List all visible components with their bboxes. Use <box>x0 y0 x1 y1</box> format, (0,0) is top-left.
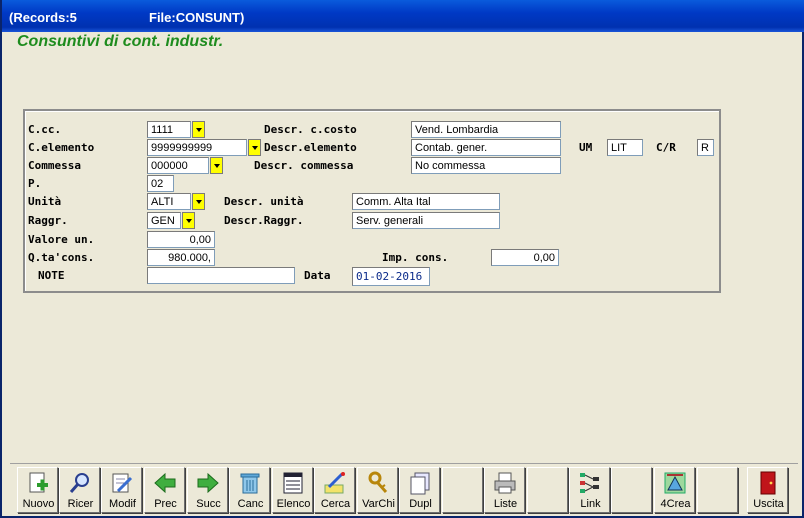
ccc-field[interactable]: 1111 <box>147 121 191 138</box>
toolbar-button-label: Canc <box>237 498 264 510</box>
keys-icon <box>366 471 390 495</box>
imp-label: Imp. cons. <box>382 251 449 264</box>
valore-label: Valore un. <box>28 233 95 246</box>
unita-field[interactable]: ALTI <box>147 193 191 210</box>
toolbar-button-ricer[interactable]: Ricer <box>59 467 100 513</box>
toolbar-button-empty[interactable] <box>442 467 483 513</box>
p-label: P. <box>28 177 42 190</box>
toolbar-button-empty[interactable] <box>611 467 652 513</box>
toolbar-button-label: 4Crea <box>660 498 691 510</box>
search-icon <box>68 471 92 495</box>
new-doc-icon <box>26 471 50 495</box>
qta-label: Q.ta'cons. <box>28 251 95 264</box>
arrow-right-icon <box>196 471 220 495</box>
bottom-toolbar: Nuovo Ricer Modif Prec Succ Canc Elenco Cerca Va… <box>10 463 798 513</box>
descr-commessa-label: Descr. commessa <box>254 159 354 172</box>
toolbar-button-label: VarChi <box>362 498 395 510</box>
note-label: NOTE <box>38 269 65 282</box>
descr-unita-label: Descr. unità <box>224 195 304 208</box>
ccc-label: C.cc. <box>28 123 62 136</box>
toolbar-button-empty[interactable] <box>527 467 568 513</box>
records-count: (Records:5 <box>9 10 77 25</box>
commessa-label: Commessa <box>28 159 81 172</box>
raggr-label: Raggr. <box>28 214 68 227</box>
toolbar-button-uscita[interactable]: Uscita <box>747 467 788 513</box>
toolbar-button-label: Prec <box>154 498 177 510</box>
data-label: Data <box>304 269 331 282</box>
toolbar-button-label: Elenco <box>276 498 311 510</box>
unita-label: Unità <box>28 195 62 208</box>
um-field[interactable]: LIT <box>607 139 643 156</box>
commessa-field[interactable]: 000000 <box>147 157 209 174</box>
descr-raggr-label: Descr.Raggr. <box>224 214 304 227</box>
toolbar-button-nuovo[interactable]: Nuovo <box>17 467 58 513</box>
toolbar-button-4crea[interactable]: 4Crea <box>654 467 695 513</box>
toolbar-button-label: Succ <box>196 498 221 510</box>
toolbar-button-label: Cerca <box>320 498 351 510</box>
toolbar-button-link[interactable]: Link <box>569 467 610 513</box>
app-window: (Records:5 File:CONSUNT) Consuntivi di c… <box>0 0 804 518</box>
file-name: File:CONSUNT) <box>149 10 245 25</box>
celemento-label: C.elemento <box>28 141 95 154</box>
toolbar-button-label: Liste <box>493 498 518 510</box>
celemento-dropdown-button[interactable] <box>248 139 261 156</box>
data-field[interactable]: 01-02-2016 <box>352 267 430 286</box>
toolbar-button-modif[interactable]: Modif <box>101 467 142 513</box>
list-icon <box>281 471 305 495</box>
edit-icon <box>110 471 134 495</box>
toolbar-button-elenco[interactable]: Elenco <box>272 467 313 513</box>
toolbar-button-label: Ricer <box>67 498 94 510</box>
commessa-dropdown-button[interactable] <box>210 157 223 174</box>
descr-raggr-field[interactable]: Serv. generali <box>352 212 500 229</box>
link-icon <box>578 471 602 495</box>
exit-door-icon <box>756 471 780 495</box>
raggr-field[interactable]: GEN <box>147 212 181 229</box>
printer-icon <box>493 471 517 495</box>
page-title: Consuntivi di cont. industr. <box>17 33 224 50</box>
toolbar-button-varchi[interactable]: VarChi <box>357 467 398 513</box>
valore-field[interactable]: 0,00 <box>147 231 215 248</box>
toolbar-button-label: Dupl <box>409 498 432 510</box>
toolbar-button-label: Modif <box>109 498 136 510</box>
imp-field[interactable]: 0,00 <box>491 249 559 266</box>
ccc-dropdown-button[interactable] <box>192 121 205 138</box>
descr-elemento-label: Descr.elemento <box>264 141 357 154</box>
qta-field[interactable]: 980.000, <box>147 249 215 266</box>
toolbar-button-empty[interactable] <box>697 467 738 513</box>
toolbar-button-cerca[interactable]: Cerca <box>314 467 355 513</box>
toolbar-button-liste[interactable]: Liste <box>484 467 525 513</box>
toolbar-button-label: Nuovo <box>22 498 55 510</box>
descr-ccosto-label: Descr. c.costo <box>264 123 357 136</box>
toolbar-button-canc[interactable]: Canc <box>229 467 270 513</box>
descr-unita-field[interactable]: Comm. Alta Ital <box>352 193 500 210</box>
descr-ccosto-field[interactable]: Vend. Lombardia <box>411 121 561 138</box>
duplicate-icon <box>408 471 432 495</box>
toolbar-button-dupl[interactable]: Dupl <box>399 467 440 513</box>
create-icon <box>663 471 687 495</box>
unita-dropdown-button[interactable] <box>192 193 205 210</box>
title-bar: (Records:5 File:CONSUNT) <box>2 0 804 32</box>
toolbar-button-label: Uscita <box>753 498 784 510</box>
note-field[interactable] <box>147 267 295 284</box>
toolbar-button-succ[interactable]: Succ <box>187 467 228 513</box>
descr-elemento-field[interactable]: Contab. gener. <box>411 139 561 156</box>
arrow-left-icon <box>153 471 177 495</box>
um-label: UM <box>579 141 593 154</box>
toolbar-button-label: Link <box>580 498 601 510</box>
raggr-dropdown-button[interactable] <box>182 212 195 229</box>
toolbar-button-prec[interactable]: Prec <box>144 467 185 513</box>
trash-icon <box>238 471 262 495</box>
find-icon <box>323 471 347 495</box>
descr-commessa-field[interactable]: No commessa <box>411 157 561 174</box>
cr-field[interactable]: R <box>697 139 714 156</box>
p-field[interactable]: 02 <box>147 175 174 192</box>
cr-label: C/R <box>656 141 676 154</box>
celemento-field[interactable]: 9999999999 <box>147 139 247 156</box>
